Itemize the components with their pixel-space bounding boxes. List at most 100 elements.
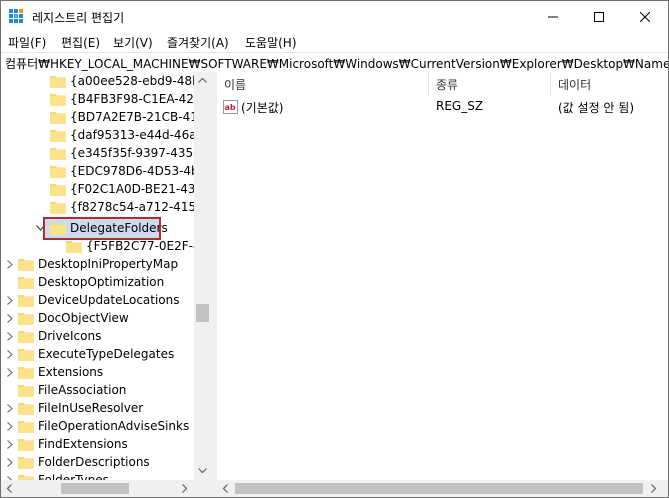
folder-icon	[50, 201, 66, 214]
folder-icon	[18, 438, 34, 451]
tree-horizontal-scrollbar[interactable]	[1, 480, 211, 497]
column-header-name[interactable]: 이름	[217, 72, 429, 96]
expand-chevron[interactable]	[5, 453, 15, 471]
folder-icon	[50, 75, 66, 88]
expand-chevron[interactable]	[5, 291, 15, 309]
registry-editor-icon	[9, 9, 23, 23]
column-header-data[interactable]: 데이터	[551, 72, 668, 96]
value-list[interactable]: 이름 종류 데이터 ab (기본값) REG_SZ (값 설정 안 됨)	[217, 72, 668, 497]
expand-chevron[interactable]	[5, 363, 15, 381]
folder-icon	[18, 420, 34, 433]
value-name: (기본값)	[241, 101, 284, 115]
chevron-right-icon	[7, 439, 13, 449]
chevron-right-icon	[7, 259, 13, 269]
tree-item[interactable]: FileInUseResolver	[18, 399, 143, 417]
folder-icon	[18, 456, 34, 469]
minimize-icon	[548, 16, 558, 17]
svg-text:ab: ab	[225, 103, 236, 112]
folder-icon	[18, 348, 34, 361]
title-bar: 레지스트리 편집기	[1, 1, 668, 32]
menu-view[interactable]: 보기(V)	[113, 34, 153, 51]
folder-icon	[18, 258, 34, 271]
window-title: 레지스트리 편집기	[32, 11, 125, 25]
tree-item[interactable]: FileOperationAdviseSinks	[18, 417, 189, 435]
tree-item[interactable]: {e345f35f-9397-435c-	[50, 144, 204, 162]
scroll-right-icon[interactable]	[182, 484, 187, 493]
chevron-right-icon	[7, 313, 13, 323]
minimize-button[interactable]	[530, 1, 576, 32]
tree-item[interactable]: DriveIcons	[18, 327, 101, 345]
value-data: (값 설정 안 됨)	[558, 101, 635, 115]
tree-horizontal-scroll-thumb[interactable]	[61, 483, 129, 494]
folder-icon	[50, 111, 66, 124]
expand-chevron[interactable]	[5, 399, 15, 417]
tree-item[interactable]: {F5FB2C77-0E2F-4A	[66, 237, 209, 255]
chevron-right-icon	[7, 403, 13, 413]
menu-help[interactable]: 도움말(H)	[245, 34, 297, 51]
tree-item[interactable]: {B4FB3F98-C1EA-428c	[50, 90, 208, 108]
expand-chevron[interactable]	[5, 255, 15, 273]
menu-edit[interactable]: 편집(E)	[61, 34, 100, 51]
folder-icon	[50, 165, 66, 178]
folder-icon	[50, 129, 66, 142]
tree-item[interactable]: DesktopOptimization	[18, 273, 164, 291]
expand-chevron[interactable]	[5, 417, 15, 435]
tree-vertical-scroll-thumb[interactable]	[196, 304, 209, 322]
chevron-right-icon	[7, 421, 13, 431]
tree-item[interactable]: {BD7A2E7B-21CB-41b	[50, 108, 205, 126]
folder-icon	[18, 402, 34, 415]
scroll-up-icon[interactable]	[198, 78, 207, 83]
tree-item[interactable]: DeviceUpdateLocations	[18, 291, 180, 309]
chevron-right-icon	[7, 457, 13, 467]
expand-chevron[interactable]	[5, 309, 15, 327]
tree-item[interactable]: ExecuteTypeDelegates	[18, 345, 174, 363]
tree-item[interactable]: DesktopIniPropertyMap	[18, 255, 178, 273]
address-path[interactable]: 컴퓨터₩HKEY_LOCAL_MACHINE₩SOFTWARE₩Microsof…	[5, 55, 668, 72]
tree-item[interactable]: {f8278c54-a712-415b-	[50, 198, 208, 216]
tree-vertical-scrollbar[interactable]	[194, 72, 211, 480]
scroll-down-icon[interactable]	[198, 468, 207, 473]
chevron-right-icon	[7, 367, 13, 377]
folder-icon	[50, 93, 66, 106]
menu-file[interactable]: 파일(F)	[8, 34, 46, 51]
folder-icon	[50, 147, 66, 160]
tree-item[interactable]: {daf95313-e44d-46af-	[50, 126, 204, 144]
value-type: REG_SZ	[436, 99, 484, 113]
tree-item[interactable]: {EDC978D6-4D53-4b2	[50, 162, 206, 180]
value-row[interactable]: ab (기본값) REG_SZ (값 설정 안 됨)	[217, 98, 668, 116]
folder-icon	[66, 240, 82, 253]
tree-item[interactable]: {a00ee528-ebd9-48b8	[50, 72, 207, 90]
menu-bar: 파일(F) 편집(E) 보기(V) 즐겨찾기(A) 도움말(H)	[1, 32, 668, 51]
scroll-left-icon[interactable]	[223, 484, 228, 493]
tree-item[interactable]: FolderDescriptions	[18, 453, 150, 471]
folder-icon	[18, 330, 34, 343]
tree-item[interactable]: FileAssociation	[18, 381, 126, 399]
expand-chevron[interactable]	[5, 345, 15, 363]
maximize-icon	[594, 11, 604, 22]
folder-icon	[18, 276, 34, 289]
folder-icon	[18, 366, 34, 379]
scroll-left-icon[interactable]	[7, 484, 12, 493]
tree-item[interactable]: {F02C1A0D-BE21-4350	[50, 180, 211, 198]
list-horizontal-scroll-thumb[interactable]	[235, 483, 643, 494]
column-header-type[interactable]: 종류	[429, 72, 551, 96]
expand-chevron[interactable]	[5, 435, 15, 453]
chevron-right-icon	[7, 295, 13, 305]
address-bar[interactable]: 컴퓨터₩HKEY_LOCAL_MACHINE₩SOFTWARE₩Microsof…	[1, 52, 668, 73]
expand-chevron[interactable]	[5, 327, 15, 345]
scroll-right-icon[interactable]	[651, 484, 656, 493]
key-tree[interactable]: {a00ee528-ebd9-48b8 {B4FB3F98-C1EA-428c …	[1, 72, 211, 497]
tree-item[interactable]: FindExtensions	[18, 435, 128, 453]
chevron-right-icon	[7, 331, 13, 341]
tree-item[interactable]: Extensions	[18, 363, 103, 381]
string-value-icon: ab	[223, 100, 238, 114]
close-button[interactable]	[622, 1, 668, 32]
menu-favorites[interactable]: 즐겨찾기(A)	[167, 34, 229, 51]
folder-icon	[18, 384, 34, 397]
folder-icon	[18, 312, 34, 325]
registry-editor-window: 레지스트리 편집기 파일(F) 편집(E) 보기(V) 즐겨찾기(A) 도움말(…	[0, 0, 669, 498]
folder-icon	[18, 294, 34, 307]
list-horizontal-scrollbar[interactable]	[217, 480, 668, 497]
maximize-button[interactable]	[576, 1, 622, 32]
tree-item[interactable]: DocObjectView	[18, 309, 129, 327]
